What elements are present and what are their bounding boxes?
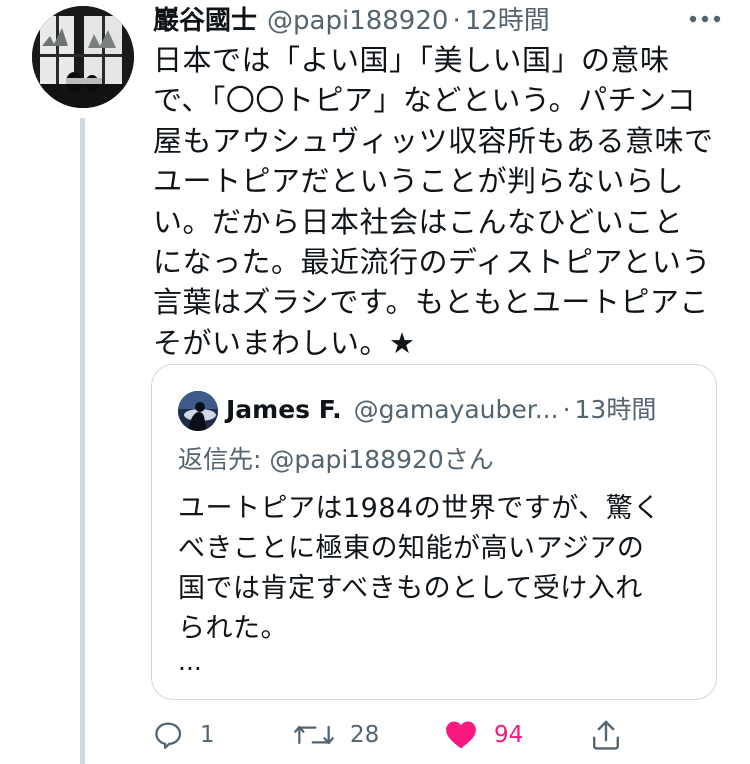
quote-reply-to: 返信先: @papi188920さん xyxy=(178,445,494,474)
avatar-photo xyxy=(32,6,134,108)
author-display-name[interactable]: 巖谷國士 xyxy=(153,4,257,38)
tweet-timestamp[interactable]: 12時間 xyxy=(465,4,550,38)
retweet-icon xyxy=(294,725,334,745)
quote-avatar-photo xyxy=(178,391,218,431)
reply-icon xyxy=(155,722,182,749)
quote-text: ユートピアは1984の世界ですが、驚く べきことに極東の知能が高いアジアの 国で… xyxy=(178,493,661,644)
author-avatar[interactable] xyxy=(32,6,134,108)
tweet-text: 日本では「よい国」「美しい国」の意味 で、「〇〇トピア」などという。パチンコ 屋… xyxy=(153,43,714,360)
like-button[interactable]: 94 xyxy=(444,716,523,754)
header-separator: · xyxy=(452,6,461,36)
quote-author-display-name: James F. xyxy=(226,395,342,424)
thread-line xyxy=(80,118,85,764)
tweet-actions: 1 28 94 xyxy=(152,716,632,754)
reply-button[interactable]: 1 xyxy=(152,716,215,754)
share-button[interactable] xyxy=(590,716,622,754)
quote-author-handle: @gamayauber... xyxy=(353,395,559,424)
reply-count: 1 xyxy=(200,722,215,748)
quote-ellipsis: ... xyxy=(178,647,202,676)
quote-author-avatar xyxy=(178,391,218,431)
like-count: 94 xyxy=(494,722,524,748)
quote-timestamp: 13時間 xyxy=(574,395,657,424)
share-icon xyxy=(593,720,619,750)
quote-header: James F. @gamayauber... · 13時間 xyxy=(226,393,656,427)
heart-filled-icon xyxy=(446,721,476,749)
more-horizontal-icon[interactable] xyxy=(688,14,722,24)
quote-tweet-card[interactable]: James F. @gamayauber... · 13時間 返信先: @pap… xyxy=(151,364,717,700)
quote-header-separator: · xyxy=(562,395,571,424)
retweet-button[interactable]: 28 xyxy=(294,716,379,754)
author-handle[interactable]: @papi188920 xyxy=(267,4,448,38)
retweet-count: 28 xyxy=(350,722,380,748)
tweet-header: 巖谷國士 @papi188920 · 12時間 xyxy=(153,4,550,38)
